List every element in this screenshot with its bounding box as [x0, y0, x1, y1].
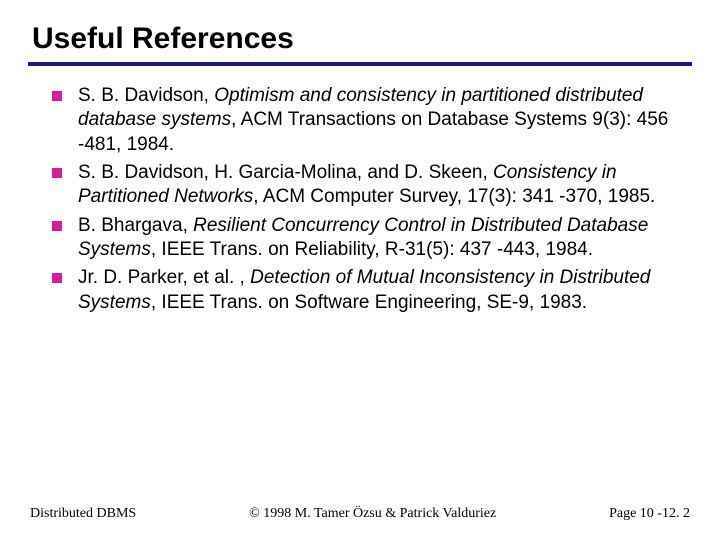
- list-item: S. B. Davidson, H. Garcia-Molina, and D.…: [52, 161, 682, 210]
- reference-suffix: , IEEE Trans. on Software Engineering, S…: [151, 292, 587, 313]
- reference-suffix: , ACM Computer Survey, 17(3): 341 -370, …: [253, 186, 655, 207]
- reference-author: S. B. Davidson,: [78, 85, 214, 106]
- slide-footer: Distributed DBMS © 1998 M. Tamer Özsu & …: [0, 506, 720, 522]
- slide-title: Useful References: [32, 22, 692, 56]
- reference-list: S. B. Davidson, Optimism and consistency…: [28, 84, 692, 315]
- footer-left: Distributed DBMS: [30, 506, 136, 522]
- reference-author: B. Bhargava,: [78, 215, 193, 236]
- list-item: S. B. Davidson, Optimism and consistency…: [52, 84, 682, 157]
- reference-author: Jr. D. Parker, et al. ,: [78, 267, 250, 288]
- reference-suffix: , IEEE Trans. on Reliability, R-31(5): 4…: [151, 239, 593, 260]
- footer-right: Page 10 -12. 2: [609, 506, 690, 522]
- footer-center: © 1998 M. Tamer Özsu & Patrick Valduriez: [249, 506, 496, 522]
- slide: Useful References S. B. Davidson, Optimi…: [0, 0, 720, 540]
- list-item: Jr. D. Parker, et al. , Detection of Mut…: [52, 266, 682, 315]
- reference-author: S. B. Davidson, H. Garcia-Molina, and D.…: [78, 162, 493, 183]
- list-item: B. Bhargava, Resilient Concurrency Contr…: [52, 214, 682, 263]
- title-underline: [28, 62, 692, 66]
